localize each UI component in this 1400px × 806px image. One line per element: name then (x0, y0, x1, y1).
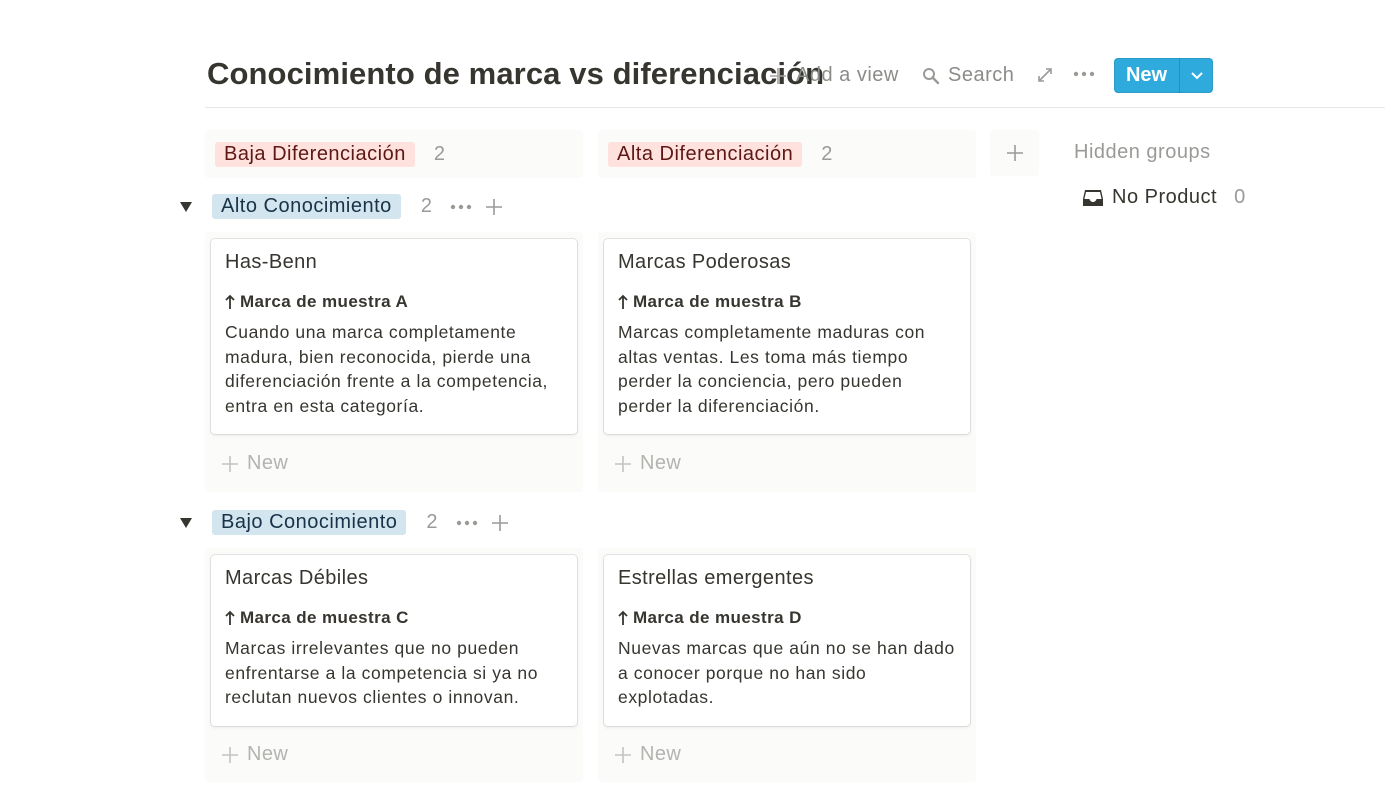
group-add-button[interactable] (484, 197, 504, 217)
search-icon (923, 67, 940, 84)
group-count: 2 (426, 511, 438, 533)
group-header-alto: Alto Conocimiento 2 (176, 194, 504, 219)
card-title: Marcas Poderosas (618, 251, 792, 273)
page-title: Conocimiento de marca vs diferenciación (207, 56, 825, 91)
add-view-label: Add a view (796, 64, 899, 86)
triangle-down-icon (180, 517, 192, 528)
column-count: 2 (433, 142, 445, 165)
plus-icon (1006, 145, 1023, 161)
ellipsis-icon (450, 204, 472, 209)
card-description: Cuando una marca completamente madura, b… (225, 322, 549, 416)
plus-icon (491, 514, 508, 531)
relation-arrow-icon (618, 294, 628, 309)
plus-icon (615, 455, 631, 472)
expand-icon (1038, 68, 1052, 82)
plus-icon (222, 746, 238, 763)
group-options-button[interactable] (450, 197, 472, 217)
add-card-button[interactable]: New (221, 743, 288, 766)
card-marcas-debiles[interactable]: Marcas Débiles Marca de muestra C Marcas… (211, 555, 577, 726)
group-toggle[interactable] (176, 197, 196, 217)
add-card-button[interactable]: New (614, 452, 681, 475)
card-description: Nuevas marcas que aún no se han dado a c… (618, 638, 955, 707)
inbox-icon (1083, 189, 1103, 206)
add-card-button[interactable]: New (221, 452, 288, 475)
new-button-group: New (1114, 58, 1213, 93)
group-add-button[interactable] (490, 513, 510, 533)
card-relation-label: Marca de muestra C (240, 608, 409, 627)
hidden-group-count: 0 (1234, 186, 1246, 208)
card-estrellas-emergentes[interactable]: Estrellas emergentes Marca de muestra D … (604, 555, 970, 726)
card-relation-label: Marca de muestra D (633, 608, 802, 627)
triangle-down-icon (180, 201, 192, 212)
relation-arrow-icon (225, 294, 235, 309)
card-title: Marcas Débiles (225, 567, 369, 589)
group-toggle[interactable] (176, 513, 196, 533)
search-label: Search (948, 64, 1015, 86)
expand-button[interactable] (1036, 66, 1054, 89)
ellipsis-icon (1073, 71, 1095, 77)
column-header-alta[interactable]: Alta Diferenciación 2 (598, 130, 976, 178)
card-relation: Marca de muestra B (618, 292, 956, 312)
more-options-button[interactable] (1072, 64, 1096, 89)
card-description: Marcas completamente maduras con altas v… (618, 322, 926, 416)
hidden-group-no-product[interactable]: No Product 0 (1082, 186, 1246, 209)
column-header-baja[interactable]: Baja Diferenciación 2 (205, 130, 583, 178)
column-count: 2 (821, 142, 833, 165)
plus-icon (770, 67, 786, 84)
card-has-benn[interactable]: Has-Benn Marca de muestra A Cuando una m… (211, 239, 577, 434)
add-group-button[interactable] (990, 130, 1039, 176)
group-header-bajo: Bajo Conocimiento 2 (176, 510, 510, 535)
chevron-down-icon (1190, 71, 1203, 79)
header-divider (205, 107, 1385, 108)
column-label: Alta Diferenciación (608, 141, 803, 167)
card-relation: Marca de muestra D (618, 608, 956, 628)
group-label: Alto Conocimiento (212, 194, 401, 219)
hidden-groups-title: Hidden groups (1074, 141, 1211, 163)
card-description: Marcas irrelevantes que no pueden enfren… (225, 638, 539, 707)
card-relation: Marca de muestra C (225, 608, 563, 628)
card-marcas-poderosas[interactable]: Marcas Poderosas Marca de muestra B Marc… (604, 239, 970, 434)
column-label: Baja Diferenciación (215, 141, 415, 167)
add-card-button[interactable]: New (614, 743, 681, 766)
card-relation-label: Marca de muestra B (633, 292, 802, 311)
group-label: Bajo Conocimiento (212, 510, 407, 535)
add-card-label: New (247, 452, 289, 474)
add-card-label: New (247, 743, 289, 765)
card-relation: Marca de muestra A (225, 292, 563, 312)
add-card-label: New (640, 452, 682, 474)
plus-icon (615, 746, 631, 763)
hidden-group-label: No Product (1112, 186, 1218, 208)
group-options-button[interactable] (456, 513, 478, 533)
relation-arrow-icon (225, 610, 235, 625)
search-button[interactable]: Search (922, 64, 1014, 87)
new-button[interactable]: New (1114, 58, 1180, 93)
new-dropdown-button[interactable] (1180, 58, 1213, 93)
plus-icon (222, 455, 238, 472)
card-title: Estrellas emergentes (618, 567, 814, 589)
plus-icon (485, 198, 502, 215)
card-title: Has-Benn (225, 251, 318, 273)
group-count: 2 (420, 195, 432, 217)
ellipsis-icon (456, 520, 477, 525)
card-relation-label: Marca de muestra A (240, 292, 409, 311)
relation-arrow-icon (618, 610, 628, 625)
add-card-label: New (640, 743, 682, 765)
add-view-button[interactable]: Add a view (768, 64, 899, 87)
